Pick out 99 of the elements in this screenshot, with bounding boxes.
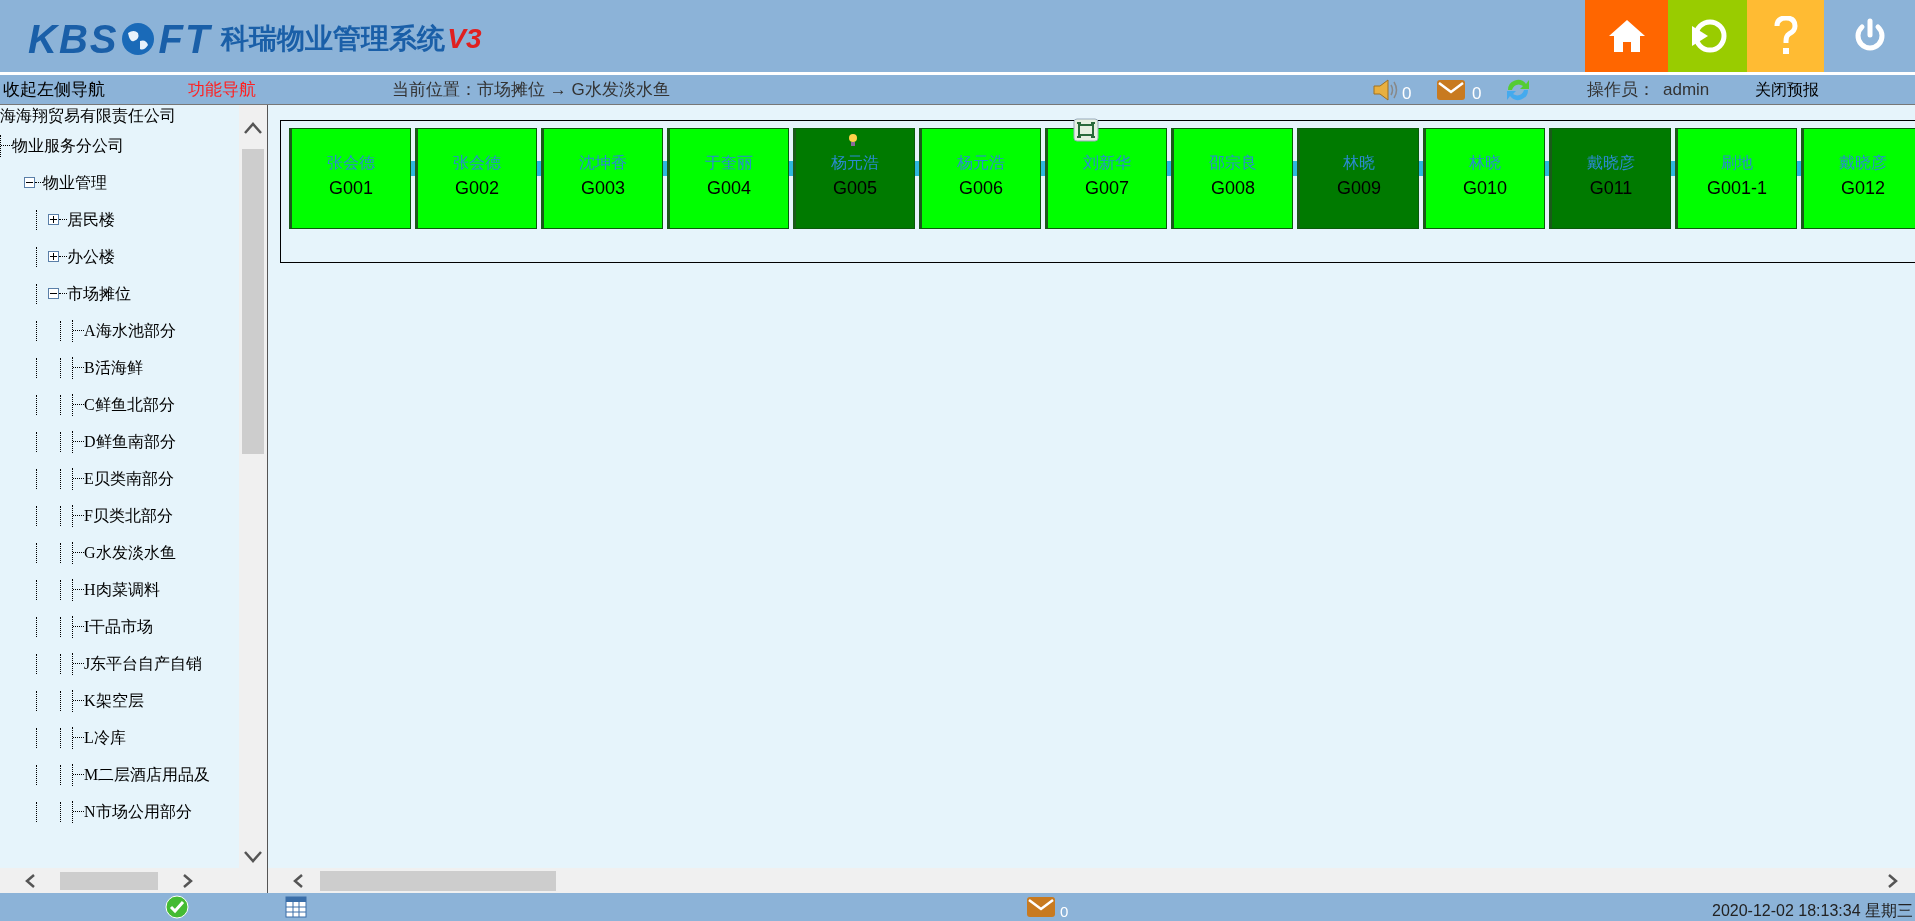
stall-code: G006 [958,177,1003,199]
stall-code: G003 [580,177,625,199]
tree-item[interactable]: B活海鲜 [84,355,143,380]
scrollbar-thumb[interactable] [60,871,158,890]
screen-icon[interactable] [1073,118,1099,142]
tree-item[interactable]: 物业管理 [43,170,107,195]
collapse-nav-link[interactable]: 收起左侧导航 [0,76,188,103]
mail-count: 0 [1060,901,1069,921]
scrollbar-thumb[interactable] [320,870,556,891]
tenant-name: 戴晓彦 [1839,153,1887,173]
stall-code: G010 [1462,177,1507,199]
expand-icon[interactable] [48,214,59,225]
check-icon[interactable] [165,895,189,919]
logo-text: KBS [28,16,119,63]
operator-label: 操作员： [1587,78,1655,101]
stall-code: G004 [706,177,751,199]
tree-item[interactable]: D鲜鱼南部分 [84,429,176,454]
tree-item[interactable]: E贝类南部分 [84,466,174,491]
envelope-icon[interactable] [1436,78,1466,101]
tree-item[interactable]: M二层酒店用品及 [84,762,211,787]
stall-tile[interactable]: 沈坤香 G003 [541,128,663,229]
speaker-icon[interactable] [1372,77,1398,102]
tree-item[interactable]: I干品市场 [84,614,154,639]
scroll-up-icon[interactable] [243,121,264,135]
scroll-right-icon[interactable] [182,872,194,889]
stall-code: G009 [1336,177,1381,199]
collapse-icon[interactable] [48,288,59,299]
horizontal-scrollbar[interactable] [0,868,267,893]
stall-tile[interactable]: 于奎丽 G004 [667,128,789,229]
stall-tile[interactable]: 刷地 G001-1 [1675,128,1797,229]
scroll-left-icon[interactable] [292,872,304,889]
scroll-left-icon[interactable] [24,872,36,889]
tenant-name: 林晓 [1343,153,1375,173]
stall-tile[interactable]: 戴晓彦 G011 [1549,128,1671,229]
envelope-icon[interactable] [1026,896,1056,918]
current-location: 当前位置：市场摊位 → G水发淡水鱼 [392,78,671,101]
stall-code: G007 [1084,177,1129,199]
tenant-name: 刷地 [1721,153,1753,173]
help-button[interactable] [1747,0,1824,72]
stall-code: G002 [454,177,499,199]
sound-count: 0 [1402,82,1413,105]
tenant-name: 张会德 [327,153,375,173]
stall-tile[interactable]: 刘新华 G007 [1045,128,1167,229]
table-icon[interactable] [284,895,308,919]
tenant-name: 于奎丽 [705,153,753,173]
tenant-name: 林晓 [1469,153,1501,173]
globe-icon [120,21,157,57]
tenant-name: 杨元浩 [957,153,1005,173]
stall-tile[interactable]: 张会德 G002 [415,128,537,229]
tenant-name: 邵宗良 [1209,153,1257,173]
expand-icon[interactable] [48,251,59,262]
tree-item[interactable]: 办公楼 [67,244,115,269]
collapse-icon[interactable] [24,177,35,188]
stall-tile[interactable]: 杨元浩 G005 [793,128,915,229]
stall-tile[interactable]: 林晓 G009 [1297,128,1419,229]
tree-item[interactable]: N市场公用部分 [84,799,192,824]
stall-tile[interactable]: 邵宗良 G008 [1171,128,1293,229]
stall-tile[interactable]: 戴晓彦 G012 [1801,128,1915,229]
tree-item[interactable]: 市场摊位 [67,281,131,306]
tree-item[interactable]: C鲜鱼北部分 [84,392,175,417]
version-mark: V3 [447,22,482,56]
tree-item[interactable]: L冷库 [84,725,126,750]
vertical-scrollbar[interactable] [239,105,267,868]
tree-item[interactable]: G水发淡水鱼 [84,540,176,565]
close-forecast-link[interactable]: 关闭预报 [1755,77,1819,102]
stall-tile[interactable]: 林晓 G010 [1423,128,1545,229]
stall-code: G012 [1840,177,1885,199]
scroll-right-icon[interactable] [1887,872,1899,889]
stall-code: G001-1 [1706,177,1767,199]
stall-code: G008 [1210,177,1255,199]
tree-item[interactable]: 物业服务分公司 [12,133,124,158]
tenant-name: 杨元浩 [831,153,879,173]
scroll-down-icon[interactable] [243,850,264,864]
tree-item[interactable]: H肉菜调料 [84,577,160,602]
question-icon [1773,16,1798,56]
tenant-name: 戴晓彦 [1587,153,1635,173]
tree-item[interactable]: F贝类北部分 [84,503,173,528]
stall-code: G005 [832,177,877,199]
date-time: 2020-12-02 18:13:34 星期三 [1712,901,1914,921]
tree-item[interactable]: J东平台自产自销 [84,651,203,676]
tenant-name: 张会德 [453,153,501,173]
product-title: 科瑞物业管理系统 [221,22,446,56]
operator-name: admin [1663,78,1711,101]
stall-code: G011 [1589,177,1633,199]
stall-code: G001 [328,177,373,199]
home-button[interactable] [1585,0,1668,72]
tree-item[interactable]: 居民楼 [67,207,115,232]
mail-count: 0 [1472,82,1483,105]
horizontal-scrollbar[interactable] [268,868,1915,893]
tree-item[interactable]: A海水池部分 [84,318,176,343]
tree-item[interactable]: 海海翔贸易有限责任公司 [0,105,176,128]
logo-text: FT [158,16,212,63]
stall-tile[interactable]: 张会德 G001 [289,128,411,229]
stall-tile[interactable]: 杨元浩 G006 [919,128,1041,229]
scrollbar-thumb[interactable] [242,149,265,454]
tree-item[interactable]: K架空层 [84,688,144,713]
tenant-name: 刘新华 [1083,153,1131,173]
tenant-name: 沈坤香 [579,153,627,173]
play-button[interactable] [1668,0,1747,72]
